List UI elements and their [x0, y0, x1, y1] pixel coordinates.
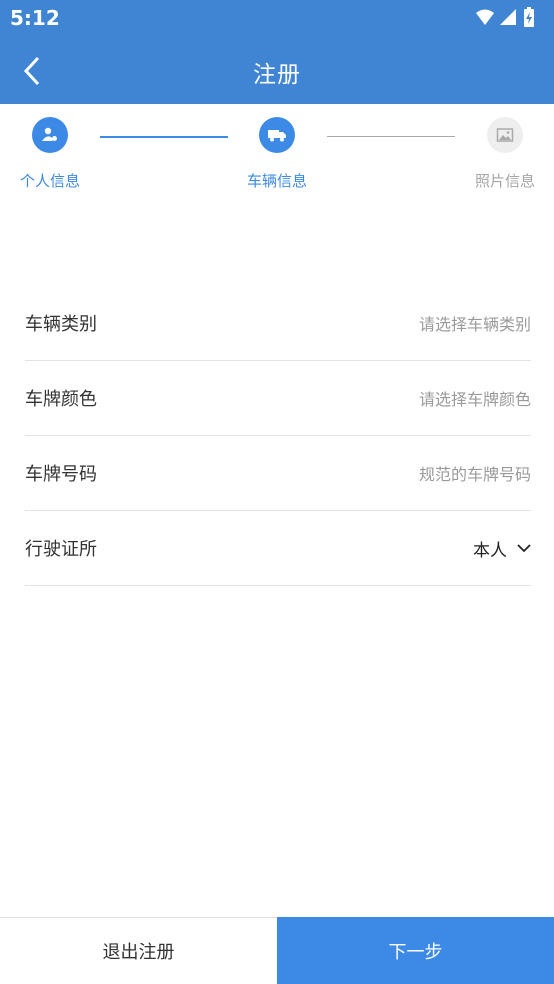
plate-number-label: 车牌号码 — [25, 464, 97, 485]
exit-registration-button[interactable]: 退出注册 — [0, 917, 277, 984]
next-step-button[interactable]: 下一步 — [277, 917, 554, 984]
person-icon — [32, 117, 68, 153]
plate-color-label: 车牌颜色 — [25, 389, 97, 410]
license-owner-value: 本人 — [473, 540, 507, 561]
vehicle-type-label: 车辆类别 — [25, 314, 97, 335]
app-bar: 注册 — [0, 38, 554, 104]
page-title: 注册 — [253, 62, 301, 88]
status-time: 5:12 — [10, 6, 60, 30]
step-label-photo: 照片信息 — [474, 172, 535, 190]
bottom-actions: 退出注册 下一步 — [0, 917, 554, 984]
license-owner-row[interactable]: 行驶证所 本人 — [25, 511, 531, 586]
image-icon — [487, 117, 523, 153]
chevron-down-icon — [517, 543, 531, 553]
battery-icon — [524, 7, 534, 27]
step-label-personal: 个人信息 — [19, 172, 80, 190]
truck-icon — [259, 117, 295, 153]
step-connector-1 — [100, 136, 228, 138]
plate-color-select[interactable]: 请选择车牌颜色 — [419, 386, 531, 410]
signal-icon — [500, 9, 516, 25]
vehicle-type-select[interactable]: 请选择车辆类别 — [419, 311, 531, 335]
status-icons — [474, 7, 544, 31]
license-owner-label: 行驶证所 — [25, 539, 97, 560]
plate-number-row[interactable]: 车牌号码 规范的车牌号码 — [25, 436, 531, 511]
vehicle-type-row[interactable]: 车辆类别 请选择车辆类别 — [25, 286, 531, 361]
license-owner-dropdown[interactable]: 本人 — [473, 536, 531, 561]
status-bar: 5:12 — [0, 0, 554, 38]
step-indicator: 个人信息 车辆信息 照片信息 — [0, 104, 554, 204]
plate-color-row[interactable]: 车牌颜色 请选择车牌颜色 — [25, 361, 531, 436]
plate-number-input[interactable]: 规范的车牌号码 — [419, 461, 531, 485]
step-label-vehicle: 车辆信息 — [246, 172, 307, 190]
vehicle-form: 车辆类别 请选择车辆类别 车牌颜色 请选择车牌颜色 车牌号码 规范的车牌号码 行… — [25, 286, 531, 586]
step-connector-2 — [327, 136, 455, 137]
wifi-icon — [476, 9, 494, 25]
